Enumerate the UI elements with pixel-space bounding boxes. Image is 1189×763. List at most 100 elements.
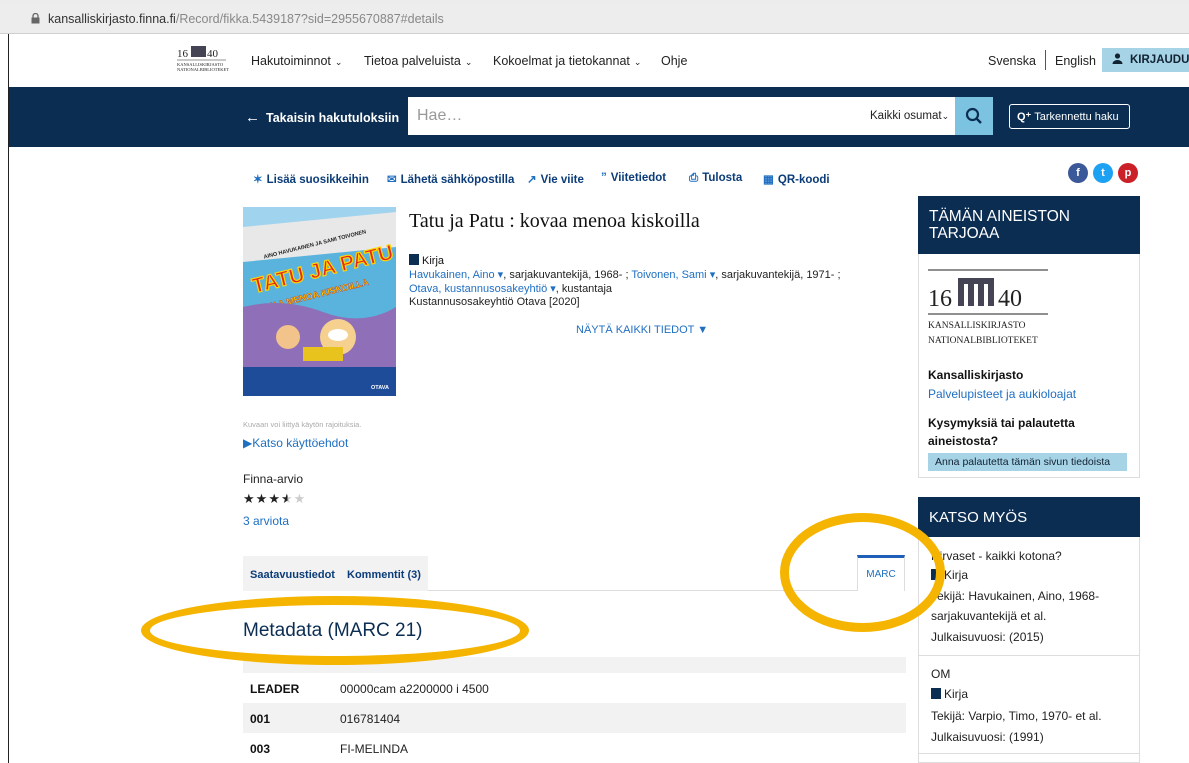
reviews-link[interactable]: 3 arviota	[243, 514, 289, 528]
chevron-down-icon: ⌄	[464, 57, 473, 67]
see-also-format: Kirja	[931, 687, 968, 701]
qr-icon: ▦	[763, 174, 774, 186]
chevron-down-icon: ⌄	[941, 111, 950, 121]
svg-text:40: 40	[998, 286, 1022, 312]
see-also-authors: Tekijä: Varpio, Timo, 1970- et al.	[931, 709, 1102, 723]
print-link[interactable]: ⎙ Tulosta	[689, 172, 742, 185]
record-title: Tatu ja Patu : kovaa menoa kiskoilla	[409, 210, 700, 232]
highlight-ellipse-metadata	[141, 596, 529, 665]
chevron-down-icon: ⌄	[334, 57, 343, 67]
svg-text:NATIONALBIBLIOTEKET: NATIONALBIBLIOTEKET	[928, 336, 1038, 346]
table-row: 001 016781404	[243, 703, 906, 733]
terms-link[interactable]: ▶Katso käyttöehdot	[243, 436, 348, 450]
lang-english[interactable]: English	[1055, 54, 1096, 68]
export-link[interactable]: ↗ Vie viite	[527, 172, 584, 186]
search-button[interactable]	[955, 97, 993, 135]
envelope-icon: ✉	[387, 174, 397, 186]
see-also-divider	[918, 753, 1140, 754]
svg-text:40: 40	[207, 48, 219, 60]
book-icon	[409, 254, 419, 265]
see-also-heading: KATSO MYÖS	[918, 497, 1140, 537]
search-icon	[965, 107, 982, 124]
see-also-authors: Tekijä: Havukainen, Aino, 1968-	[931, 589, 1100, 603]
add-favorite-link[interactable]: ✶ Lisää suosikkeihin	[253, 172, 369, 186]
record-imprint: Kustannusosakeyhtiö Otava [2020]	[409, 296, 580, 308]
login-button[interactable]: KIRJAUDU	[1102, 48, 1189, 72]
nav-tietoa-palveluista[interactable]: Tietoa palveluista ⌄	[364, 54, 472, 68]
printer-icon: ⎙	[689, 172, 699, 184]
search-scope-select[interactable]: Kaikki osumat⌄	[870, 110, 949, 122]
quote-icon: ”	[601, 172, 607, 184]
lang-separator	[1045, 50, 1046, 70]
pinterest-icon[interactable]: p	[1118, 163, 1138, 183]
rating-stars[interactable]: ★★★★★	[243, 491, 306, 507]
tab-comments[interactable]: Kommentit (3)	[340, 556, 428, 591]
book-cover-image[interactable]: AINO HAVUKAINEN JA SAMI TOIVONEN TATU JA…	[243, 207, 396, 396]
half-star-icon: ★	[280, 491, 294, 506]
nav-ohje[interactable]: Ohje	[661, 54, 687, 68]
star-icon: ★	[243, 491, 256, 506]
see-also-year: Julkaisuvuosi: (2015)	[931, 630, 1044, 644]
svg-text:16: 16	[928, 286, 952, 312]
person-icon	[1112, 53, 1123, 64]
see-also-title[interactable]: OM	[931, 667, 950, 681]
triangle-right-icon: ▶	[243, 436, 253, 450]
image-note: Kuvaan voi liittyä käytön rajoituksia.	[243, 420, 362, 429]
see-also-authors-cont: sarjakuvantekijä et al.	[931, 609, 1047, 623]
author-link-havukainen[interactable]: Havukainen, Aino	[409, 269, 495, 281]
see-also-year: Julkaisuvuosi: (1991)	[931, 730, 1044, 744]
svg-text:NATIONALBIBLIOTEKET: NATIONALBIBLIOTEKET	[177, 67, 229, 72]
triangle-down-icon: ▼	[697, 324, 709, 336]
svg-text:KANSALLISKIRJASTO: KANSALLISKIRJASTO	[928, 321, 1026, 331]
publisher-link[interactable]: Otava, kustannusosakeyhtiö	[409, 283, 547, 295]
services-link[interactable]: Palvelupisteet ja aukioloajat	[928, 387, 1076, 401]
record-authors: Havukainen, Aino ▾, sarjakuvantekijä, 19…	[409, 269, 841, 281]
cover-publisher: OTAVA	[371, 385, 389, 391]
twitter-icon[interactable]: t	[1093, 163, 1113, 183]
show-all-details-link[interactable]: NÄYTÄ KAIKKI TIEDOT ▼	[576, 324, 708, 336]
svg-text:16: 16	[177, 48, 189, 60]
browser-url-bar: kansalliskirjasto.finna.fi/Record/fikka.…	[0, 0, 1189, 34]
nav-kokoelmat[interactable]: Kokoelmat ja tietokannat ⌄	[493, 54, 641, 68]
star-icon: ★	[293, 491, 307, 506]
star-icon: ★	[255, 491, 269, 506]
search-plus-icon: Q⁺	[1017, 111, 1032, 123]
url-text: kansalliskirjasto.finna.fi/Record/fikka.…	[48, 12, 444, 26]
arrow-left-icon: ←	[245, 109, 260, 126]
export-icon: ↗	[527, 174, 537, 186]
advanced-search-button[interactable]: Q⁺ Tarkennettu haku	[1009, 104, 1130, 129]
see-also-divider	[918, 655, 1140, 656]
provider-heading: TÄMÄN AINEISTON TARJOAA	[918, 196, 1140, 254]
author-link-toivonen[interactable]: Toivonen, Sami	[631, 269, 706, 281]
back-to-results-link[interactable]: ← Takaisin hakutuloksiin	[245, 109, 399, 126]
lock-icon	[31, 13, 40, 24]
feedback-question: Kysymyksiä tai palautetta aineistosta?	[928, 416, 1075, 448]
cite-link[interactable]: ” Viitetiedot	[601, 172, 666, 184]
kansalliskirjasto-logo[interactable]: 16 40 KANSALLISKIRJASTO NATIONALBIBLIOTE…	[176, 44, 234, 76]
lang-svenska[interactable]: Svenska	[988, 54, 1036, 68]
email-link[interactable]: ✉ Lähetä sähköpostilla	[387, 172, 514, 186]
author-dropdown-icon[interactable]: ▾	[495, 269, 504, 281]
tab-availability[interactable]: Saatavuustiedot	[243, 556, 342, 591]
chevron-down-icon: ⌄	[633, 57, 642, 67]
qr-link[interactable]: ▦ QR-koodi	[763, 172, 830, 186]
table-row: LEADER 00000cam a2200000 i 4500	[250, 682, 489, 696]
kansalliskirjasto-large-logo[interactable]: 16 40 KANSALLISKIRJASTO NATIONALBIBLIOTE…	[926, 268, 1051, 354]
star-icon: ★	[268, 491, 281, 506]
see-also-title[interactable]: Hirvaset - kaikki kotona?	[931, 549, 1062, 563]
pin-icon: ✶	[253, 174, 263, 186]
highlight-ellipse-marc-tab	[780, 513, 945, 632]
nav-hakutoiminnot[interactable]: Hakutoiminnot ⌄	[251, 54, 342, 68]
author-dropdown-icon[interactable]: ▾	[707, 269, 716, 281]
url-field[interactable]: kansalliskirjasto.finna.fi/Record/fikka.…	[0, 3, 1189, 31]
table-row: 003 FI-MELINDA	[250, 742, 409, 756]
facebook-icon[interactable]: f	[1068, 163, 1088, 183]
record-format: Kirja	[409, 254, 444, 267]
marc-table: LEADER 00000cam a2200000 i 4500 001 016781…	[243, 657, 906, 763]
feedback-button[interactable]: Anna palautetta tämän sivun tiedoista	[928, 453, 1127, 471]
record-publisher: Otava, kustannusosakeyhtiö ▾, kustantaja	[409, 283, 613, 295]
book-icon	[931, 688, 941, 699]
rating-label: Finna-arvio	[243, 472, 304, 486]
publisher-dropdown-icon[interactable]: ▾	[547, 283, 556, 295]
library-name: Kansalliskirjasto	[928, 368, 1024, 382]
